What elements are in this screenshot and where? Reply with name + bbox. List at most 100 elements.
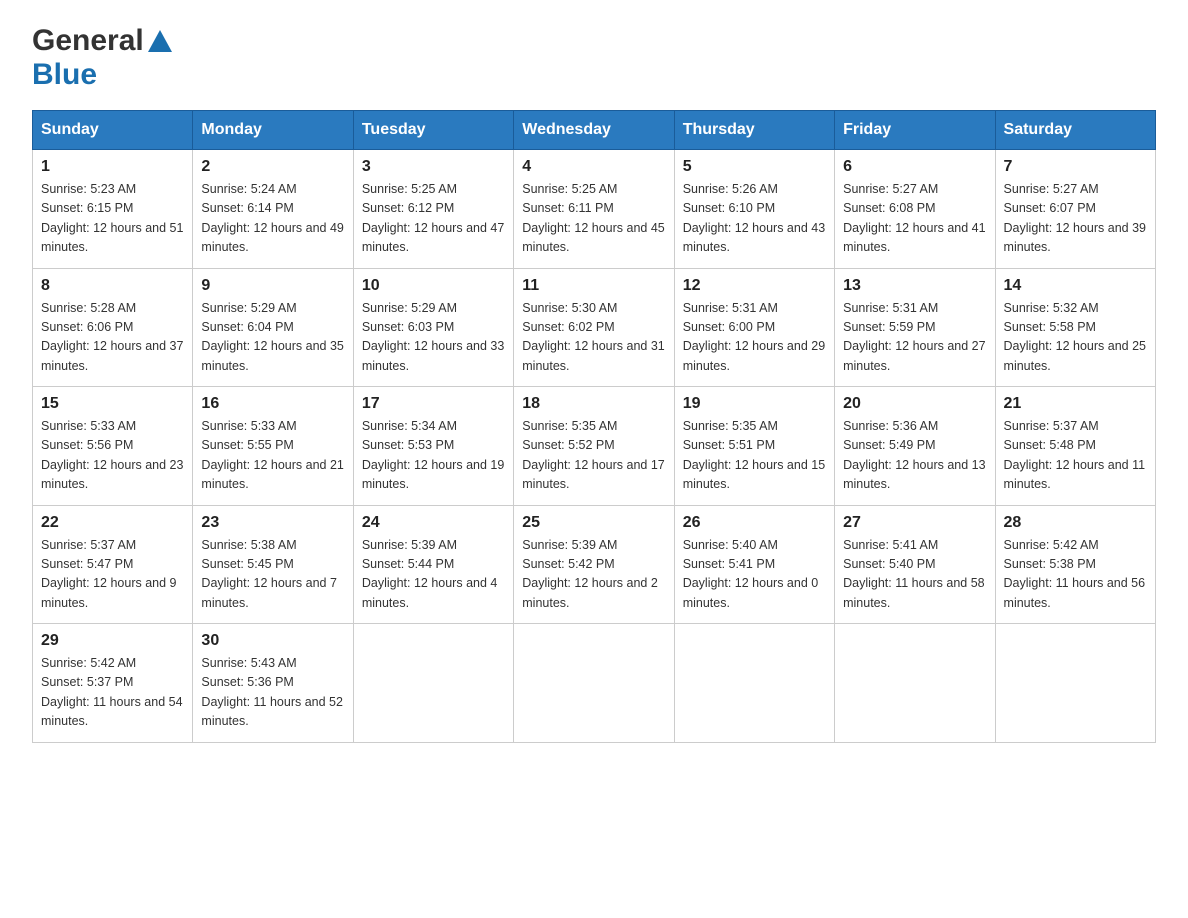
calendar-cell: 4 Sunrise: 5:25 AMSunset: 6:11 PMDayligh… bbox=[514, 150, 674, 269]
calendar-cell: 26 Sunrise: 5:40 AMSunset: 5:41 PMDaylig… bbox=[674, 505, 834, 624]
calendar-cell: 19 Sunrise: 5:35 AMSunset: 5:51 PMDaylig… bbox=[674, 387, 834, 506]
day-number: 20 bbox=[843, 395, 986, 413]
calendar-cell: 12 Sunrise: 5:31 AMSunset: 6:00 PMDaylig… bbox=[674, 268, 834, 387]
calendar-cell: 13 Sunrise: 5:31 AMSunset: 5:59 PMDaylig… bbox=[835, 268, 995, 387]
calendar-week-4: 22 Sunrise: 5:37 AMSunset: 5:47 PMDaylig… bbox=[33, 505, 1156, 624]
calendar-cell bbox=[514, 624, 674, 743]
calendar-cell: 25 Sunrise: 5:39 AMSunset: 5:42 PMDaylig… bbox=[514, 505, 674, 624]
day-number: 1 bbox=[41, 158, 184, 176]
calendar-body: 1 Sunrise: 5:23 AMSunset: 6:15 PMDayligh… bbox=[33, 150, 1156, 743]
logo: General Blue bbox=[32, 24, 174, 92]
calendar-cell: 14 Sunrise: 5:32 AMSunset: 5:58 PMDaylig… bbox=[995, 268, 1155, 387]
day-info: Sunrise: 5:31 AMSunset: 5:59 PMDaylight:… bbox=[843, 301, 985, 373]
weekday-friday: Friday bbox=[835, 111, 995, 150]
day-info: Sunrise: 5:24 AMSunset: 6:14 PMDaylight:… bbox=[201, 182, 343, 254]
calendar-cell: 17 Sunrise: 5:34 AMSunset: 5:53 PMDaylig… bbox=[353, 387, 513, 506]
day-number: 5 bbox=[683, 158, 826, 176]
day-number: 19 bbox=[683, 395, 826, 413]
day-info: Sunrise: 5:30 AMSunset: 6:02 PMDaylight:… bbox=[522, 301, 664, 373]
day-number: 12 bbox=[683, 277, 826, 295]
logo-triangle-icon bbox=[146, 28, 174, 56]
day-info: Sunrise: 5:39 AMSunset: 5:42 PMDaylight:… bbox=[522, 538, 658, 610]
calendar-cell: 20 Sunrise: 5:36 AMSunset: 5:49 PMDaylig… bbox=[835, 387, 995, 506]
calendar-cell: 15 Sunrise: 5:33 AMSunset: 5:56 PMDaylig… bbox=[33, 387, 193, 506]
weekday-header-row: SundayMondayTuesdayWednesdayThursdayFrid… bbox=[33, 111, 1156, 150]
calendar-header: SundayMondayTuesdayWednesdayThursdayFrid… bbox=[33, 111, 1156, 150]
day-info: Sunrise: 5:23 AMSunset: 6:15 PMDaylight:… bbox=[41, 182, 183, 254]
calendar-cell bbox=[995, 624, 1155, 743]
day-number: 14 bbox=[1004, 277, 1147, 295]
day-info: Sunrise: 5:37 AMSunset: 5:48 PMDaylight:… bbox=[1004, 419, 1146, 491]
logo-line1: General bbox=[32, 24, 174, 58]
calendar-cell: 16 Sunrise: 5:33 AMSunset: 5:55 PMDaylig… bbox=[193, 387, 353, 506]
day-number: 4 bbox=[522, 158, 665, 176]
day-number: 6 bbox=[843, 158, 986, 176]
calendar-cell: 5 Sunrise: 5:26 AMSunset: 6:10 PMDayligh… bbox=[674, 150, 834, 269]
calendar-cell: 21 Sunrise: 5:37 AMSunset: 5:48 PMDaylig… bbox=[995, 387, 1155, 506]
calendar-cell bbox=[835, 624, 995, 743]
day-number: 30 bbox=[201, 632, 344, 650]
calendar-cell: 22 Sunrise: 5:37 AMSunset: 5:47 PMDaylig… bbox=[33, 505, 193, 624]
weekday-sunday: Sunday bbox=[33, 111, 193, 150]
weekday-saturday: Saturday bbox=[995, 111, 1155, 150]
day-info: Sunrise: 5:35 AMSunset: 5:52 PMDaylight:… bbox=[522, 419, 664, 491]
day-number: 7 bbox=[1004, 158, 1147, 176]
day-number: 28 bbox=[1004, 514, 1147, 532]
day-info: Sunrise: 5:29 AMSunset: 6:03 PMDaylight:… bbox=[362, 301, 504, 373]
day-info: Sunrise: 5:36 AMSunset: 5:49 PMDaylight:… bbox=[843, 419, 985, 491]
day-number: 13 bbox=[843, 277, 986, 295]
calendar-cell bbox=[353, 624, 513, 743]
calendar-cell: 10 Sunrise: 5:29 AMSunset: 6:03 PMDaylig… bbox=[353, 268, 513, 387]
day-info: Sunrise: 5:29 AMSunset: 6:04 PMDaylight:… bbox=[201, 301, 343, 373]
day-info: Sunrise: 5:28 AMSunset: 6:06 PMDaylight:… bbox=[41, 301, 183, 373]
calendar-cell: 28 Sunrise: 5:42 AMSunset: 5:38 PMDaylig… bbox=[995, 505, 1155, 624]
calendar-cell: 27 Sunrise: 5:41 AMSunset: 5:40 PMDaylig… bbox=[835, 505, 995, 624]
day-number: 24 bbox=[362, 514, 505, 532]
day-number: 22 bbox=[41, 514, 184, 532]
day-info: Sunrise: 5:34 AMSunset: 5:53 PMDaylight:… bbox=[362, 419, 504, 491]
day-number: 29 bbox=[41, 632, 184, 650]
day-number: 2 bbox=[201, 158, 344, 176]
day-number: 21 bbox=[1004, 395, 1147, 413]
day-number: 23 bbox=[201, 514, 344, 532]
logo-line2: Blue bbox=[32, 58, 97, 92]
calendar-cell: 23 Sunrise: 5:38 AMSunset: 5:45 PMDaylig… bbox=[193, 505, 353, 624]
day-number: 25 bbox=[522, 514, 665, 532]
day-info: Sunrise: 5:42 AMSunset: 5:37 PMDaylight:… bbox=[41, 656, 183, 728]
day-info: Sunrise: 5:27 AMSunset: 6:07 PMDaylight:… bbox=[1004, 182, 1146, 254]
day-number: 16 bbox=[201, 395, 344, 413]
calendar-cell: 8 Sunrise: 5:28 AMSunset: 6:06 PMDayligh… bbox=[33, 268, 193, 387]
day-info: Sunrise: 5:26 AMSunset: 6:10 PMDaylight:… bbox=[683, 182, 825, 254]
day-number: 18 bbox=[522, 395, 665, 413]
weekday-wednesday: Wednesday bbox=[514, 111, 674, 150]
calendar-cell: 11 Sunrise: 5:30 AMSunset: 6:02 PMDaylig… bbox=[514, 268, 674, 387]
weekday-thursday: Thursday bbox=[674, 111, 834, 150]
day-info: Sunrise: 5:42 AMSunset: 5:38 PMDaylight:… bbox=[1004, 538, 1146, 610]
day-info: Sunrise: 5:25 AMSunset: 6:11 PMDaylight:… bbox=[522, 182, 664, 254]
header: General Blue bbox=[32, 24, 1156, 92]
calendar-cell: 18 Sunrise: 5:35 AMSunset: 5:52 PMDaylig… bbox=[514, 387, 674, 506]
day-info: Sunrise: 5:39 AMSunset: 5:44 PMDaylight:… bbox=[362, 538, 498, 610]
day-info: Sunrise: 5:32 AMSunset: 5:58 PMDaylight:… bbox=[1004, 301, 1146, 373]
day-number: 3 bbox=[362, 158, 505, 176]
calendar-cell: 2 Sunrise: 5:24 AMSunset: 6:14 PMDayligh… bbox=[193, 150, 353, 269]
day-info: Sunrise: 5:38 AMSunset: 5:45 PMDaylight:… bbox=[201, 538, 337, 610]
weekday-monday: Monday bbox=[193, 111, 353, 150]
day-number: 11 bbox=[522, 277, 665, 295]
calendar-week-1: 1 Sunrise: 5:23 AMSunset: 6:15 PMDayligh… bbox=[33, 150, 1156, 269]
day-number: 26 bbox=[683, 514, 826, 532]
day-number: 17 bbox=[362, 395, 505, 413]
calendar-cell: 29 Sunrise: 5:42 AMSunset: 5:37 PMDaylig… bbox=[33, 624, 193, 743]
day-info: Sunrise: 5:40 AMSunset: 5:41 PMDaylight:… bbox=[683, 538, 819, 610]
calendar-week-5: 29 Sunrise: 5:42 AMSunset: 5:37 PMDaylig… bbox=[33, 624, 1156, 743]
day-info: Sunrise: 5:27 AMSunset: 6:08 PMDaylight:… bbox=[843, 182, 985, 254]
day-number: 27 bbox=[843, 514, 986, 532]
calendar-table: SundayMondayTuesdayWednesdayThursdayFrid… bbox=[32, 110, 1156, 743]
day-number: 8 bbox=[41, 277, 184, 295]
day-info: Sunrise: 5:33 AMSunset: 5:55 PMDaylight:… bbox=[201, 419, 343, 491]
day-info: Sunrise: 5:43 AMSunset: 5:36 PMDaylight:… bbox=[201, 656, 343, 728]
calendar-cell: 1 Sunrise: 5:23 AMSunset: 6:15 PMDayligh… bbox=[33, 150, 193, 269]
day-number: 15 bbox=[41, 395, 184, 413]
calendar-cell: 7 Sunrise: 5:27 AMSunset: 6:07 PMDayligh… bbox=[995, 150, 1155, 269]
day-number: 10 bbox=[362, 277, 505, 295]
